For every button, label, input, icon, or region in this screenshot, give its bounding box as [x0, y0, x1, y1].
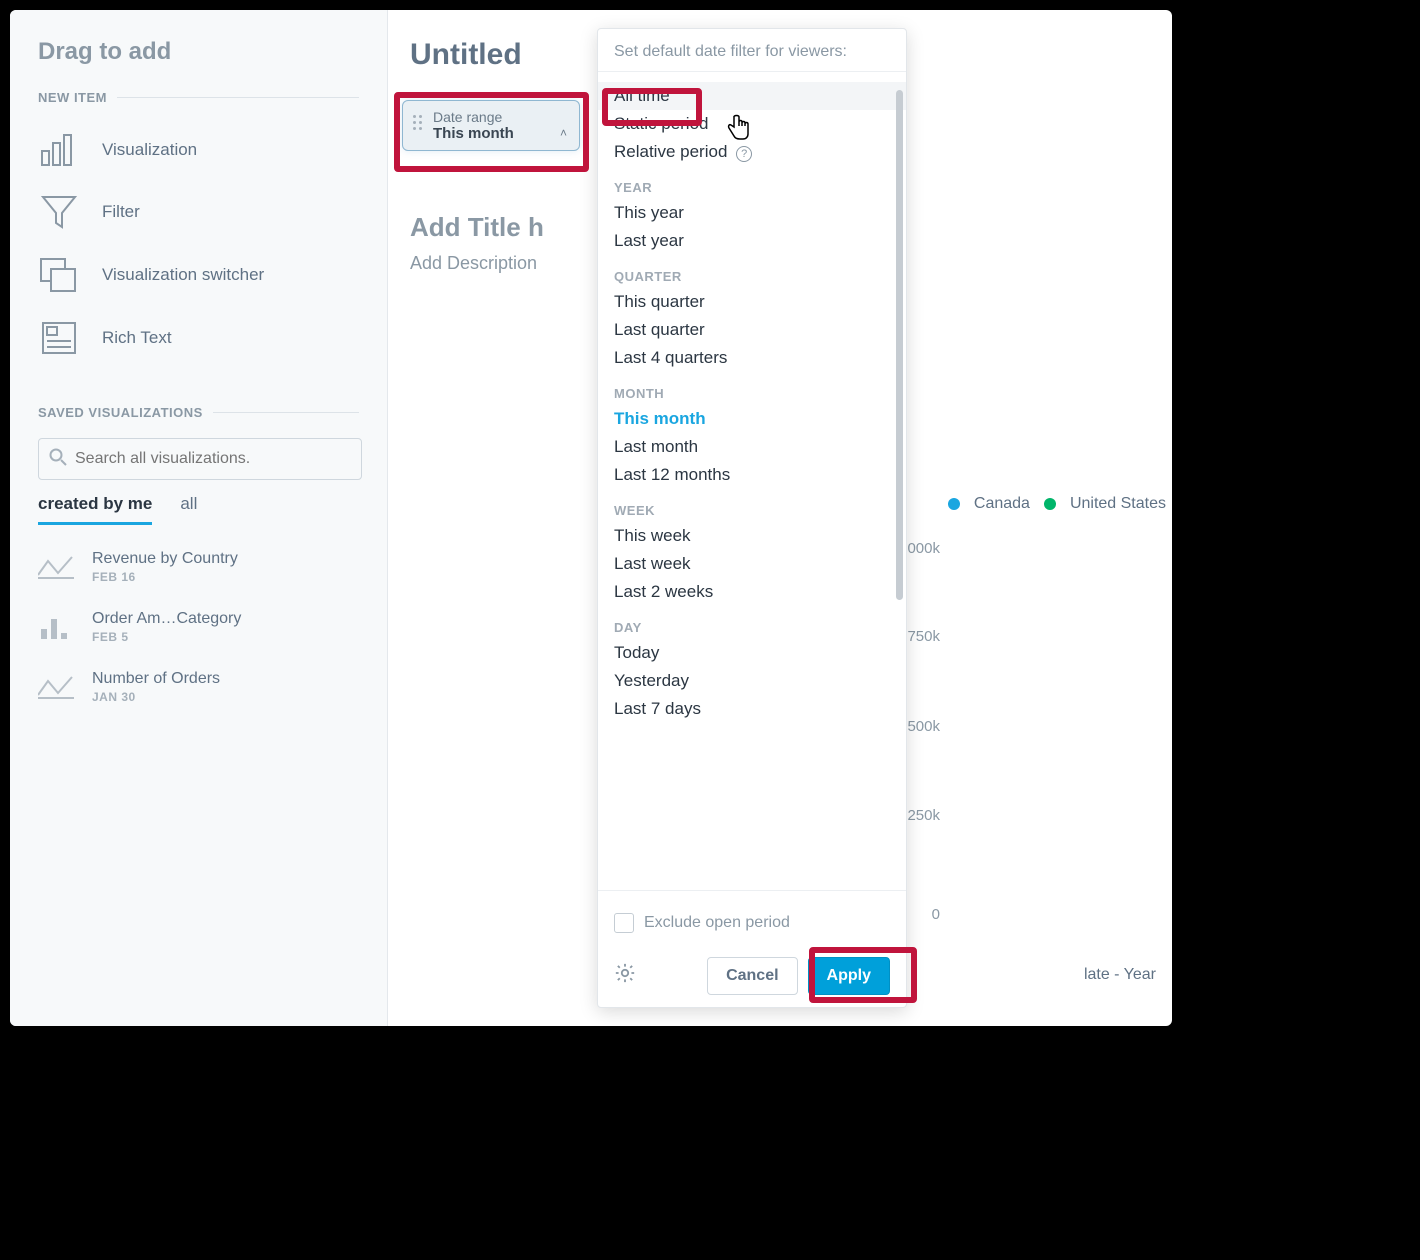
- date-option[interactable]: Yesterday: [598, 667, 906, 695]
- date-range-dropdown: Set default date filter for viewers: All…: [597, 28, 907, 1008]
- drag-handle-icon[interactable]: [413, 115, 422, 130]
- item-label: Visualization: [102, 140, 197, 160]
- line-chart-icon: [38, 669, 74, 705]
- bar-chart-icon: [38, 133, 80, 167]
- date-option[interactable]: Static period: [598, 110, 906, 138]
- item-visualization[interactable]: Visualization: [38, 133, 359, 167]
- saved-item-date: FEB 16: [92, 570, 238, 584]
- date-chip-label: Date range: [433, 109, 569, 125]
- checkbox-icon[interactable]: [614, 913, 634, 933]
- saved-item-date: JAN 30: [92, 690, 220, 704]
- search-input[interactable]: [75, 450, 351, 468]
- help-icon[interactable]: ?: [736, 146, 752, 162]
- group-label: WEEK: [598, 489, 906, 522]
- funnel-icon: [38, 195, 80, 229]
- date-option[interactable]: Last 12 months: [598, 461, 906, 489]
- saved-item[interactable]: Number of Orders JAN 30: [38, 669, 359, 705]
- divider: [598, 71, 906, 72]
- date-option[interactable]: Last year: [598, 227, 906, 255]
- gear-icon[interactable]: [614, 962, 636, 990]
- legend-dot-icon: [948, 498, 960, 510]
- saved-item[interactable]: Order Am…Category FEB 5: [38, 609, 359, 645]
- date-option[interactable]: This month: [598, 405, 906, 433]
- date-option[interactable]: Today: [598, 639, 906, 667]
- legend-label: United States: [1070, 495, 1166, 513]
- date-option[interactable]: Last 4 quarters: [598, 344, 906, 372]
- richtext-icon: [38, 321, 80, 355]
- date-option[interactable]: Last quarter: [598, 316, 906, 344]
- dropdown-hint: Set default date filter for viewers:: [598, 43, 906, 61]
- stack-icon: [38, 257, 80, 293]
- item-visualization-switcher[interactable]: Visualization switcher: [38, 257, 359, 293]
- saved-item-name: Number of Orders: [92, 670, 220, 688]
- chevron-up-icon: ˄: [560, 126, 567, 140]
- date-option[interactable]: This year: [598, 199, 906, 227]
- group-label: DAY: [598, 606, 906, 639]
- item-rich-text[interactable]: Rich Text: [38, 321, 359, 355]
- saved-item-date: FEB 5: [92, 630, 241, 644]
- item-label: Visualization switcher: [102, 265, 264, 285]
- date-range-chip[interactable]: Date range This month ˄: [402, 100, 580, 151]
- saved-item-name: Order Am…Category: [92, 610, 241, 628]
- search-visualizations[interactable]: [38, 438, 362, 480]
- date-option[interactable]: Last 2 weeks: [598, 578, 906, 606]
- tab-all[interactable]: all: [180, 494, 197, 525]
- scrollbar-thumb[interactable]: [896, 90, 903, 600]
- date-option[interactable]: This quarter: [598, 288, 906, 316]
- exclude-open-period[interactable]: Exclude open period: [598, 901, 906, 945]
- item-label: Rich Text: [102, 328, 172, 348]
- group-label: YEAR: [598, 166, 906, 199]
- sidebar: Drag to add NEW ITEM Visualization Filte…: [10, 10, 388, 1026]
- bar-mini-icon: [38, 609, 74, 645]
- saved-item[interactable]: Revenue by Country FEB 16: [38, 549, 359, 585]
- item-label: Filter: [102, 202, 140, 222]
- tab-created-by-me[interactable]: created by me: [38, 494, 152, 525]
- cancel-button[interactable]: Cancel: [707, 957, 797, 995]
- date-option[interactable]: Last month: [598, 433, 906, 461]
- section-header-new-item: NEW ITEM: [38, 90, 359, 105]
- date-chip-value: This month: [433, 125, 569, 142]
- date-option[interactable]: Last 7 days: [598, 695, 906, 723]
- dropdown-scroll[interactable]: All timeStatic periodRelative period ?YE…: [598, 82, 906, 880]
- x-axis-label: late - Year: [1084, 966, 1156, 984]
- legend-dot-icon: [1044, 498, 1056, 510]
- section-header-saved: SAVED VISUALIZATIONS: [38, 405, 359, 420]
- search-icon: [49, 448, 67, 471]
- group-label: QUARTER: [598, 255, 906, 288]
- divider: [598, 890, 906, 891]
- saved-item-name: Revenue by Country: [92, 550, 238, 568]
- exclude-label: Exclude open period: [644, 914, 790, 932]
- date-option[interactable]: All time: [598, 82, 906, 110]
- date-option[interactable]: This week: [598, 522, 906, 550]
- legend-label: Canada: [974, 495, 1030, 513]
- saved-tabs: created by me all: [38, 494, 359, 525]
- date-option[interactable]: Relative period ?: [598, 138, 906, 166]
- chart-legend: Canada United States: [948, 495, 1166, 513]
- group-label: MONTH: [598, 372, 906, 405]
- date-option[interactable]: Last week: [598, 550, 906, 578]
- item-filter[interactable]: Filter: [38, 195, 359, 229]
- line-chart-icon: [38, 549, 74, 585]
- apply-button[interactable]: Apply: [808, 957, 890, 995]
- sidebar-title: Drag to add: [38, 38, 359, 66]
